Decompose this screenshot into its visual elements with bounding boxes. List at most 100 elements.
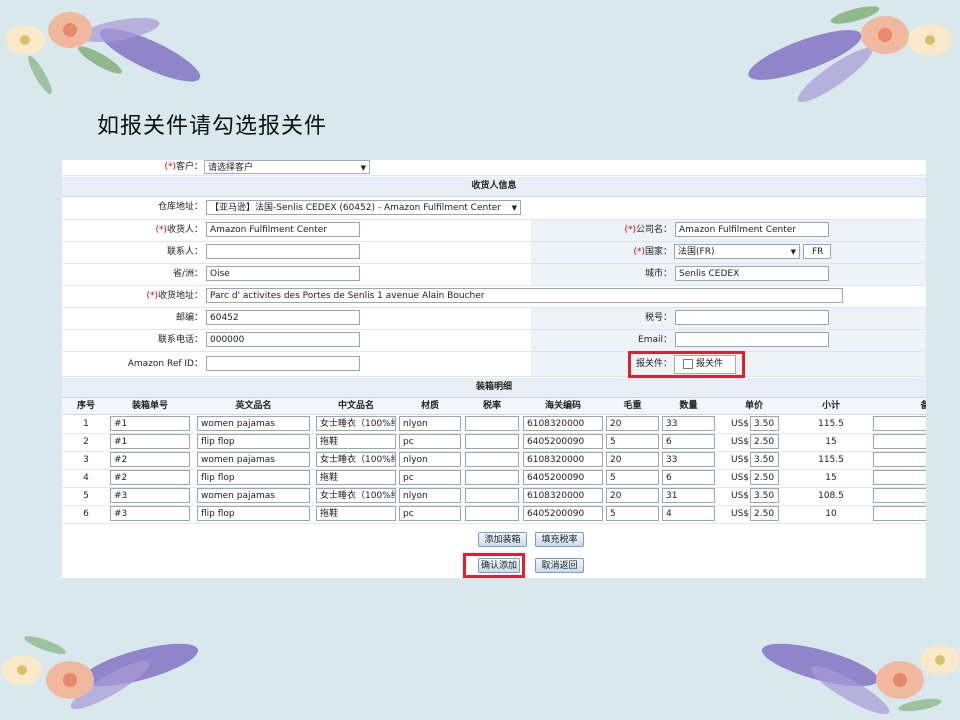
- cancel-return-button[interactable]: 取消返回: [535, 558, 584, 573]
- table-row: 6 #3 flip flop 拖鞋 pc 6405200090 5 4 2.50 10 US$: [62, 505, 926, 524]
- cell-remark[interactable]: [873, 416, 926, 431]
- col-header-remark: 备: [920, 401, 926, 411]
- customs-highlight-box: [628, 351, 745, 378]
- cell-qty[interactable]: 6: [662, 470, 715, 485]
- cell-price[interactable]: 3.50: [750, 488, 779, 503]
- floral-decoration-top-left: [0, 0, 210, 110]
- slide-title: 如报关件请勾选报关件: [97, 114, 328, 139]
- cell-box[interactable]: #3: [110, 488, 190, 503]
- cell-cn[interactable]: 女士睡衣（100%纯: [316, 452, 396, 467]
- cell-box[interactable]: #3: [110, 506, 190, 521]
- cell-box[interactable]: #2: [110, 470, 190, 485]
- company-input[interactable]: Amazon Fulfilment Center: [675, 222, 829, 237]
- cell-wt[interactable]: 5: [606, 434, 659, 449]
- cell-tax[interactable]: [465, 452, 519, 467]
- cell-en[interactable]: women pajamas: [197, 416, 310, 431]
- cell-price[interactable]: 3.50: [750, 416, 779, 431]
- warehouse-select[interactable]: 【亚马逊】法国-Senlis CEDEX (60452) - Amazon Fu…: [206, 200, 521, 215]
- cell-mat[interactable]: pc: [399, 506, 461, 521]
- cell-en[interactable]: flip flop: [197, 434, 310, 449]
- cell-en[interactable]: women pajamas: [197, 488, 310, 503]
- cell-hs[interactable]: 6108320000: [523, 452, 603, 467]
- cell-cn[interactable]: 女士睡衣（100%纯: [316, 488, 396, 503]
- cell-price[interactable]: 2.50: [750, 470, 779, 485]
- email-label: Email：: [638, 335, 672, 345]
- cell-qty[interactable]: 31: [662, 488, 715, 503]
- cell-wt[interactable]: 5: [606, 470, 659, 485]
- cell-tax[interactable]: [465, 434, 519, 449]
- postcode-input[interactable]: 60452: [206, 310, 360, 325]
- cell-price[interactable]: 2.50: [750, 434, 779, 449]
- cell-hs[interactable]: 6108320000: [523, 488, 603, 503]
- cell-en[interactable]: women pajamas: [197, 452, 310, 467]
- cell-sub: 15: [825, 437, 837, 447]
- cell-tax[interactable]: [465, 506, 519, 521]
- cell-wt[interactable]: 20: [606, 452, 659, 467]
- cell-mat[interactable]: nlyon: [399, 488, 461, 503]
- cell-wt[interactable]: 20: [606, 488, 659, 503]
- cell-price[interactable]: 2.50: [750, 506, 779, 521]
- customer-select[interactable]: 请选择客户 ▼: [204, 160, 370, 174]
- postcode-row: 邮编： 60452 税号：: [62, 308, 926, 330]
- cell-box[interactable]: #1: [110, 434, 190, 449]
- table-row: 1 #1 women pajamas 女士睡衣（100%纯 nlyon 610832000…: [62, 415, 926, 434]
- floral-decoration-bottom-left: [0, 625, 220, 720]
- contact-input[interactable]: [206, 244, 360, 259]
- customer-row: (*)客户： 请选择客户 ▼: [62, 160, 926, 176]
- cell-hs[interactable]: 6108320000: [523, 416, 603, 431]
- consignee-input[interactable]: Amazon Fulfilment Center: [206, 222, 360, 237]
- cell-hs[interactable]: 6405200090: [523, 470, 603, 485]
- fill-tax-rate-button[interactable]: 填充税率: [535, 532, 584, 547]
- cell-hs[interactable]: 6405200090: [523, 506, 603, 521]
- cell-cn[interactable]: 拖鞋: [316, 506, 396, 521]
- cell-cn[interactable]: 女士睡衣（100%纯: [316, 416, 396, 431]
- address-input[interactable]: Parc d' activites des Portes de Senlis 1…: [206, 288, 843, 303]
- cell-qty[interactable]: 4: [662, 506, 715, 521]
- cell-wt[interactable]: 20: [606, 416, 659, 431]
- cell-en[interactable]: flip flop: [197, 506, 310, 521]
- cell-mat[interactable]: nlyon: [399, 452, 461, 467]
- packing-table-header: 序号 装箱单号 英文品名 中文品名 材质 税率 海关编码 毛重 数量 单价 小计…: [62, 398, 926, 415]
- add-box-button[interactable]: 添加装箱: [478, 532, 527, 547]
- cell-remark[interactable]: [873, 470, 926, 485]
- cell-sub: 115.5: [818, 455, 844, 465]
- table-row: 3 #2 women pajamas 女士睡衣（100%纯 nlyon 610832000…: [62, 451, 926, 470]
- cell-tax[interactable]: [465, 470, 519, 485]
- cell-remark[interactable]: [873, 452, 926, 467]
- cell-box[interactable]: #1: [110, 416, 190, 431]
- cell-cn[interactable]: 拖鞋: [316, 434, 396, 449]
- country-select[interactable]: 法国(FR) ▼: [674, 244, 800, 259]
- cell-en[interactable]: flip flop: [197, 470, 310, 485]
- province-input[interactable]: Oise: [206, 266, 360, 281]
- cell-qty[interactable]: 33: [662, 452, 715, 467]
- cell-tax[interactable]: [465, 488, 519, 503]
- currency-label: US$: [730, 455, 750, 465]
- cell-remark[interactable]: [873, 434, 926, 449]
- city-input[interactable]: Senlis CEDEX: [675, 266, 829, 281]
- table-row: 4 #2 flip flop 拖鞋 pc 6405200090 5 6 2.50 15 US$: [62, 469, 926, 488]
- cell-mat[interactable]: pc: [399, 434, 461, 449]
- email-input[interactable]: [675, 332, 829, 347]
- cell-wt[interactable]: 5: [606, 506, 659, 521]
- company-label: (*)公司名：: [624, 225, 672, 235]
- cell-qty[interactable]: 6: [662, 434, 715, 449]
- cell-qty[interactable]: 33: [662, 416, 715, 431]
- province-row: 省/洲： Oise 城市： Senlis CEDEX: [62, 264, 926, 286]
- cell-mat[interactable]: pc: [399, 470, 461, 485]
- order-form-panel: (*)客户： 请选择客户 ▼ 收货人信息 仓库地址： 【亚马逊】法国-Senlis…: [62, 160, 926, 578]
- cell-remark[interactable]: [873, 506, 926, 521]
- cell-tax[interactable]: [465, 416, 519, 431]
- cell-price[interactable]: 3.50: [750, 452, 779, 467]
- confirm-highlight-box: [463, 553, 525, 578]
- cell-cn[interactable]: 拖鞋: [316, 470, 396, 485]
- cell-box[interactable]: #2: [110, 452, 190, 467]
- chevron-down-icon: ▼: [790, 248, 796, 256]
- cell-hs[interactable]: 6405200090: [523, 434, 603, 449]
- contact-label: 联系人：: [166, 247, 203, 257]
- tax-number-input[interactable]: [675, 310, 829, 325]
- country-code-input[interactable]: FR: [803, 244, 831, 259]
- phone-input[interactable]: 000000: [206, 332, 360, 347]
- cell-mat[interactable]: nlyon: [399, 416, 461, 431]
- cell-remark[interactable]: [873, 488, 926, 503]
- amazon-ref-input[interactable]: [206, 356, 360, 371]
